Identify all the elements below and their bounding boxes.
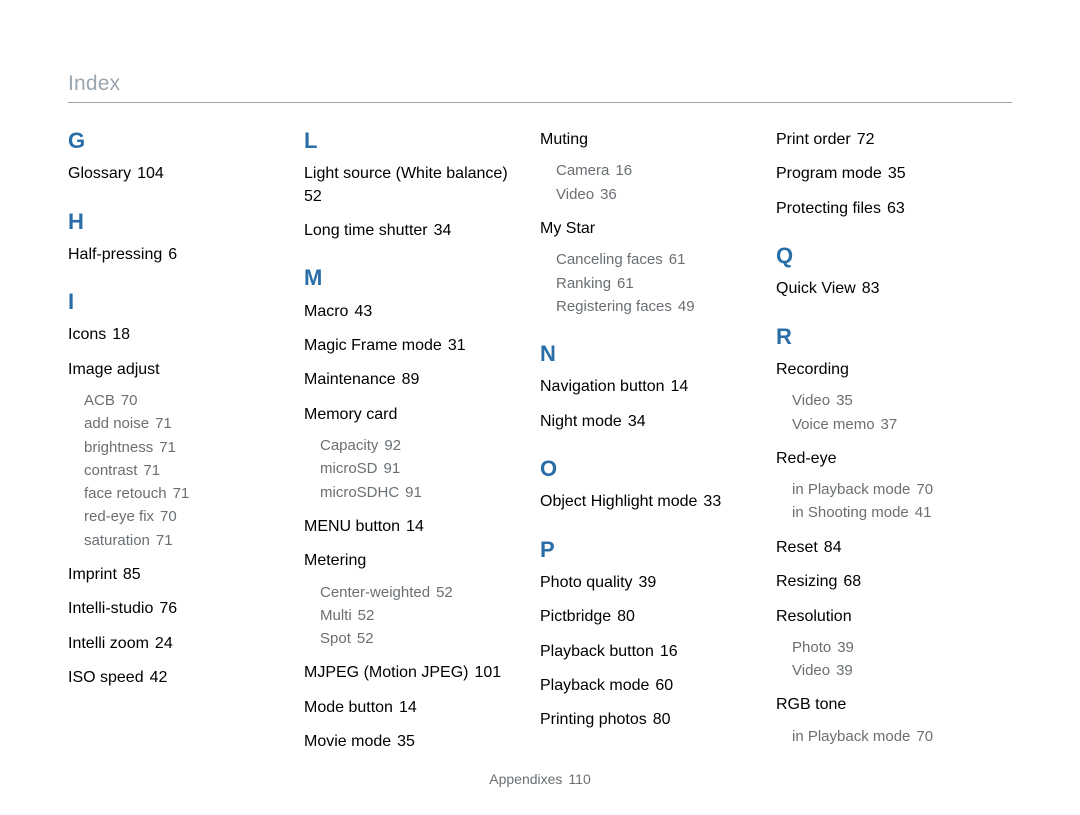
sub-muting-camera[interactable]: Camera16 — [556, 159, 758, 182]
entry-intelli-studio[interactable]: Intelli-studio76 — [68, 598, 286, 620]
sub-capacity[interactable]: Capacity92 — [320, 434, 522, 457]
entry-red-eye[interactable]: Red-eye — [776, 448, 994, 470]
entry-long-time-shutter[interactable]: Long time shutter34 — [304, 220, 522, 242]
subs-image-adjust: ACB70 add noise71 brightness71 contrast7… — [68, 389, 286, 552]
index-page: Index G Glossary104 H Half-pressing6 I I… — [0, 0, 1080, 815]
entry-mode-button[interactable]: Mode button14 — [304, 697, 522, 719]
entry-reset[interactable]: Reset84 — [776, 537, 994, 559]
entry-printing-photos[interactable]: Printing photos80 — [540, 709, 758, 731]
sub-acb[interactable]: ACB70 — [84, 389, 286, 412]
sub-red-eye-fix[interactable]: red-eye fix70 — [84, 505, 286, 528]
sub-center-weighted[interactable]: Center-weighted52 — [320, 581, 522, 604]
entry-movie-mode[interactable]: Movie mode35 — [304, 731, 522, 753]
entry-playback-button[interactable]: Playback button16 — [540, 641, 758, 663]
sub-rgb-playback[interactable]: in Playback mode70 — [792, 725, 994, 748]
sub-red-eye-shooting[interactable]: in Shooting mode41 — [792, 501, 994, 524]
letter-G: G — [68, 129, 286, 153]
sub-resolution-video[interactable]: Video39 — [792, 659, 994, 682]
title-rule — [68, 102, 1012, 103]
column-1: G Glossary104 H Half-pressing6 I Icons18… — [68, 129, 304, 766]
column-2: L Light source (White balance) 52 Long t… — [304, 129, 540, 766]
entry-muting[interactable]: Muting — [540, 129, 758, 151]
subs-my-star: Canceling faces61 Ranking61 Registering … — [540, 248, 758, 318]
letter-Q: Q — [776, 244, 994, 268]
letter-H: H — [68, 210, 286, 234]
entry-maintenance[interactable]: Maintenance89 — [304, 369, 522, 391]
sub-muting-video[interactable]: Video36 — [556, 183, 758, 206]
columns: G Glossary104 H Half-pressing6 I Icons18… — [68, 129, 1012, 766]
entry-rgb-tone[interactable]: RGB tone — [776, 694, 994, 716]
letter-N: N — [540, 342, 758, 366]
entry-night-mode[interactable]: Night mode34 — [540, 411, 758, 433]
subs-metering: Center-weighted52 Multi52 Spot52 — [304, 581, 522, 651]
letter-R: R — [776, 325, 994, 349]
column-4: Print order72 Program mode35 Protecting … — [776, 129, 1012, 766]
subs-recording: Video35 Voice memo37 — [776, 389, 994, 436]
entry-macro[interactable]: Macro43 — [304, 301, 522, 323]
entry-metering[interactable]: Metering — [304, 550, 522, 572]
sub-registering-faces[interactable]: Registering faces49 — [556, 295, 758, 318]
sub-canceling-faces[interactable]: Canceling faces61 — [556, 248, 758, 271]
entry-resizing[interactable]: Resizing68 — [776, 571, 994, 593]
sub-ranking[interactable]: Ranking61 — [556, 272, 758, 295]
entry-protecting-files[interactable]: Protecting files63 — [776, 198, 994, 220]
entry-iso-speed[interactable]: ISO speed42 — [68, 667, 286, 689]
entry-photo-quality[interactable]: Photo quality39 — [540, 572, 758, 594]
entry-icons[interactable]: Icons18 — [68, 324, 286, 346]
sub-saturation[interactable]: saturation71 — [84, 529, 286, 552]
sub-red-eye-playback[interactable]: in Playback mode70 — [792, 478, 994, 501]
letter-L: L — [304, 129, 522, 153]
subs-memory-card: Capacity92 microSD91 microSDHC91 — [304, 434, 522, 504]
entry-menu-button[interactable]: MENU button14 — [304, 516, 522, 538]
entry-recording[interactable]: Recording — [776, 359, 994, 381]
subs-red-eye: in Playback mode70 in Shooting mode41 — [776, 478, 994, 525]
sub-spot[interactable]: Spot52 — [320, 627, 522, 650]
sub-microsd[interactable]: microSD91 — [320, 457, 522, 480]
entry-playback-mode[interactable]: Playback mode60 — [540, 675, 758, 697]
entry-glossary[interactable]: Glossary104 — [68, 163, 286, 185]
subs-muting: Camera16 Video36 — [540, 159, 758, 206]
sub-face-retouch[interactable]: face retouch71 — [84, 482, 286, 505]
entry-intelli-zoom[interactable]: Intelli zoom24 — [68, 633, 286, 655]
entry-program-mode[interactable]: Program mode35 — [776, 163, 994, 185]
footer-label: Appendixes — [489, 771, 562, 787]
subs-rgb-tone: in Playback mode70 — [776, 725, 994, 748]
footer-page: 110 — [568, 771, 590, 787]
entry-my-star[interactable]: My Star — [540, 218, 758, 240]
entry-pictbridge[interactable]: Pictbridge80 — [540, 606, 758, 628]
entry-half-pressing[interactable]: Half-pressing6 — [68, 244, 286, 266]
entry-image-adjust[interactable]: Image adjust — [68, 359, 286, 381]
entry-magic-frame-mode[interactable]: Magic Frame mode31 — [304, 335, 522, 357]
entry-resolution[interactable]: Resolution — [776, 606, 994, 628]
sub-recording-voice[interactable]: Voice memo37 — [792, 413, 994, 436]
entry-imprint[interactable]: Imprint85 — [68, 564, 286, 586]
sub-contrast[interactable]: contrast71 — [84, 459, 286, 482]
sub-microsdhc[interactable]: microSDHC91 — [320, 481, 522, 504]
column-3: Muting Camera16 Video36 My Star Cancelin… — [540, 129, 776, 766]
entry-navigation-button[interactable]: Navigation button14 — [540, 376, 758, 398]
letter-O: O — [540, 457, 758, 481]
subs-resolution: Photo39 Video39 — [776, 636, 994, 683]
letter-I: I — [68, 290, 286, 314]
sub-recording-video[interactable]: Video35 — [792, 389, 994, 412]
letter-P: P — [540, 538, 758, 562]
sub-add-noise[interactable]: add noise71 — [84, 412, 286, 435]
entry-mjpeg[interactable]: MJPEG (Motion JPEG)101 — [304, 662, 522, 684]
page-footer: Appendixes 110 — [0, 771, 1080, 787]
entry-light-source[interactable]: Light source (White balance) 52 — [304, 163, 522, 208]
entry-print-order[interactable]: Print order72 — [776, 129, 994, 151]
page-title: Index — [68, 72, 1012, 96]
letter-M: M — [304, 266, 522, 290]
entry-quick-view[interactable]: Quick View83 — [776, 278, 994, 300]
sub-resolution-photo[interactable]: Photo39 — [792, 636, 994, 659]
sub-multi[interactable]: Multi52 — [320, 604, 522, 627]
entry-object-highlight[interactable]: Object Highlight mode33 — [540, 491, 758, 513]
entry-memory-card[interactable]: Memory card — [304, 404, 522, 426]
sub-brightness[interactable]: brightness71 — [84, 436, 286, 459]
